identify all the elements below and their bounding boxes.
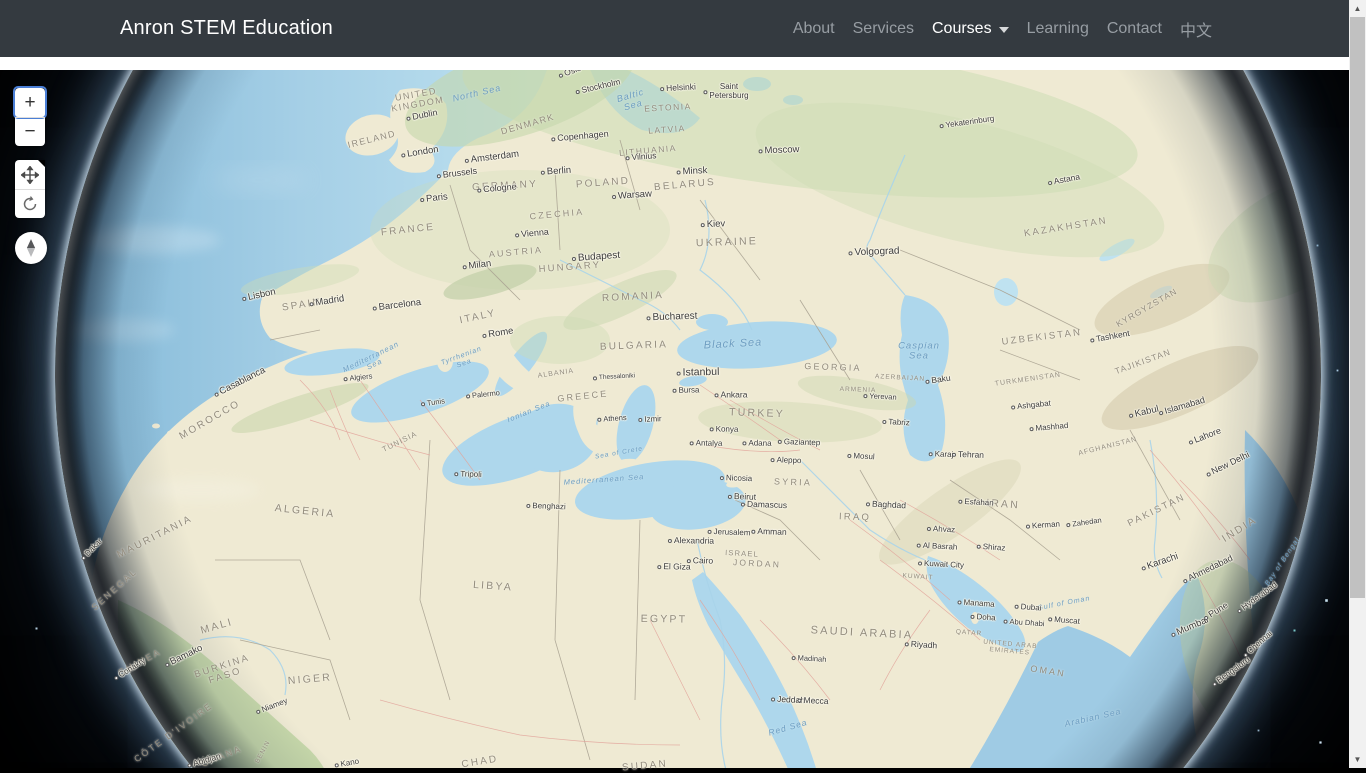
earth-globe[interactable] bbox=[55, 70, 1321, 768]
page-gap bbox=[0, 57, 1349, 70]
scroll-up-arrow[interactable]: ▲ bbox=[1349, 0, 1366, 17]
zoom-control-group: + − bbox=[15, 88, 45, 146]
compass-needle-icon bbox=[20, 237, 42, 259]
map-viewport[interactable]: + − bbox=[0, 70, 1349, 768]
scroll-thumb[interactable] bbox=[1350, 17, 1365, 598]
brand-title[interactable]: Anron STEM Education bbox=[120, 17, 333, 40]
pan-rotate-control-group bbox=[15, 160, 45, 218]
scroll-down-arrow[interactable]: ▼ bbox=[1349, 751, 1366, 768]
corner-triangle-icon bbox=[38, 160, 45, 167]
page-scrollbar[interactable]: ▲ ▼ bbox=[1349, 0, 1366, 768]
nav-item-learning[interactable]: Learning bbox=[1018, 20, 1098, 38]
nav-item-courses[interactable]: Courses bbox=[923, 20, 1018, 38]
rotate-tool-button[interactable] bbox=[15, 189, 45, 218]
chevron-down-icon bbox=[999, 27, 1009, 33]
top-navbar: Anron STEM Education AboutServicesCourse… bbox=[0, 0, 1349, 57]
zoom-in-button[interactable]: + bbox=[15, 88, 45, 117]
nav-item-about[interactable]: About bbox=[784, 20, 844, 38]
compass-button[interactable] bbox=[15, 232, 47, 264]
map-terrain bbox=[55, 70, 1321, 768]
nav-list: AboutServicesCoursesLearningContact中文 bbox=[784, 17, 1221, 41]
zoom-out-button[interactable]: − bbox=[15, 117, 45, 146]
rotate-icon bbox=[21, 195, 39, 213]
map-controls: + − bbox=[15, 88, 47, 264]
pan-move-icon bbox=[21, 166, 39, 184]
starfield bbox=[0, 70, 1, 71]
nav-item-services[interactable]: Services bbox=[844, 20, 923, 38]
nav-item-中文[interactable]: 中文 bbox=[1171, 17, 1221, 41]
nav-item-contact[interactable]: Contact bbox=[1098, 20, 1171, 38]
pan-tool-button[interactable] bbox=[15, 160, 45, 189]
